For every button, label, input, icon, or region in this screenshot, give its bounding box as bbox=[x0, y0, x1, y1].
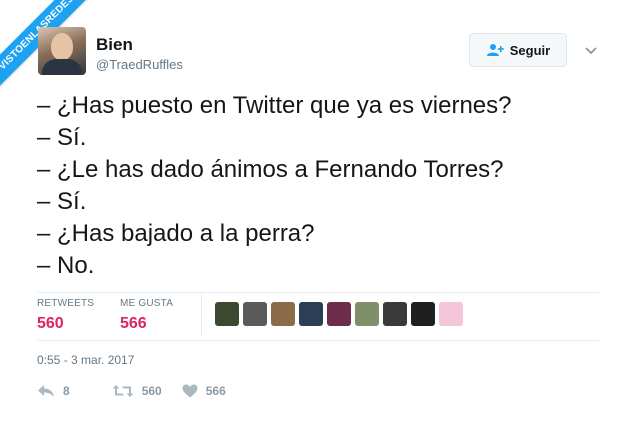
tweet-line: – ¿Has bajado a la perra? bbox=[37, 220, 315, 247]
stats-separator bbox=[201, 294, 202, 336]
liker-avatar[interactable] bbox=[355, 302, 379, 326]
stats-bottom-divider bbox=[37, 340, 599, 341]
like-count: 566 bbox=[205, 384, 226, 398]
retweet-button[interactable]: 560 bbox=[112, 384, 162, 398]
liker-avatar[interactable] bbox=[411, 302, 435, 326]
tweet-timestamp[interactable]: 0:55 - 3 mar. 2017 bbox=[37, 353, 134, 367]
tweet-line: – Sí. bbox=[37, 188, 87, 215]
likes-stat-label: ME GUSTA bbox=[120, 298, 174, 309]
retweet-count: 560 bbox=[141, 384, 162, 398]
reply-count: 8 bbox=[63, 384, 70, 398]
author-name[interactable]: Bien bbox=[96, 35, 133, 55]
avatar-face bbox=[51, 33, 73, 60]
follow-label: Seguir bbox=[509, 42, 551, 58]
likes-stat[interactable]: ME GUSTA 566 bbox=[120, 298, 173, 333]
follow-button[interactable]: Seguir bbox=[469, 33, 567, 67]
stats-top-divider bbox=[37, 292, 599, 293]
retweets-stat-count: 560 bbox=[37, 315, 64, 332]
add-user-icon bbox=[486, 44, 504, 56]
tweet-line: – No. bbox=[37, 252, 95, 279]
liker-avatar[interactable] bbox=[327, 302, 351, 326]
like-button[interactable]: 566 bbox=[182, 384, 226, 398]
liker-avatar[interactable] bbox=[383, 302, 407, 326]
chevron-down-icon[interactable] bbox=[583, 42, 599, 58]
likes-stat-count: 566 bbox=[120, 315, 147, 332]
reply-button[interactable]: 8 bbox=[37, 384, 70, 398]
liker-avatar[interactable] bbox=[299, 302, 323, 326]
avatar-suit bbox=[42, 59, 82, 75]
retweets-stat-label: RETWEETS bbox=[37, 298, 95, 309]
liker-avatar[interactable] bbox=[215, 302, 239, 326]
liker-avatar[interactable] bbox=[439, 302, 463, 326]
author-handle[interactable]: @TraedRuffles bbox=[96, 57, 183, 72]
liker-avatars bbox=[215, 302, 463, 326]
tweet-line: – ¿Has puesto en Twitter que ya es viern… bbox=[37, 92, 512, 119]
liker-avatar[interactable] bbox=[243, 302, 267, 326]
liker-avatar[interactable] bbox=[271, 302, 295, 326]
heart-icon bbox=[182, 384, 198, 398]
tweet-line: – Sí. bbox=[37, 124, 87, 151]
tweet-text: – ¿Has puesto en Twitter que ya es viern… bbox=[37, 90, 511, 282]
retweets-stat[interactable]: RETWEETS 560 bbox=[37, 298, 94, 333]
retweet-icon bbox=[112, 385, 134, 397]
tweet-line: – ¿Le has dado ánimos a Fernando Torres? bbox=[37, 156, 504, 183]
reply-icon bbox=[38, 385, 54, 397]
author-avatar[interactable] bbox=[38, 27, 86, 75]
tweet-actions: 8 560 566 bbox=[37, 384, 226, 398]
